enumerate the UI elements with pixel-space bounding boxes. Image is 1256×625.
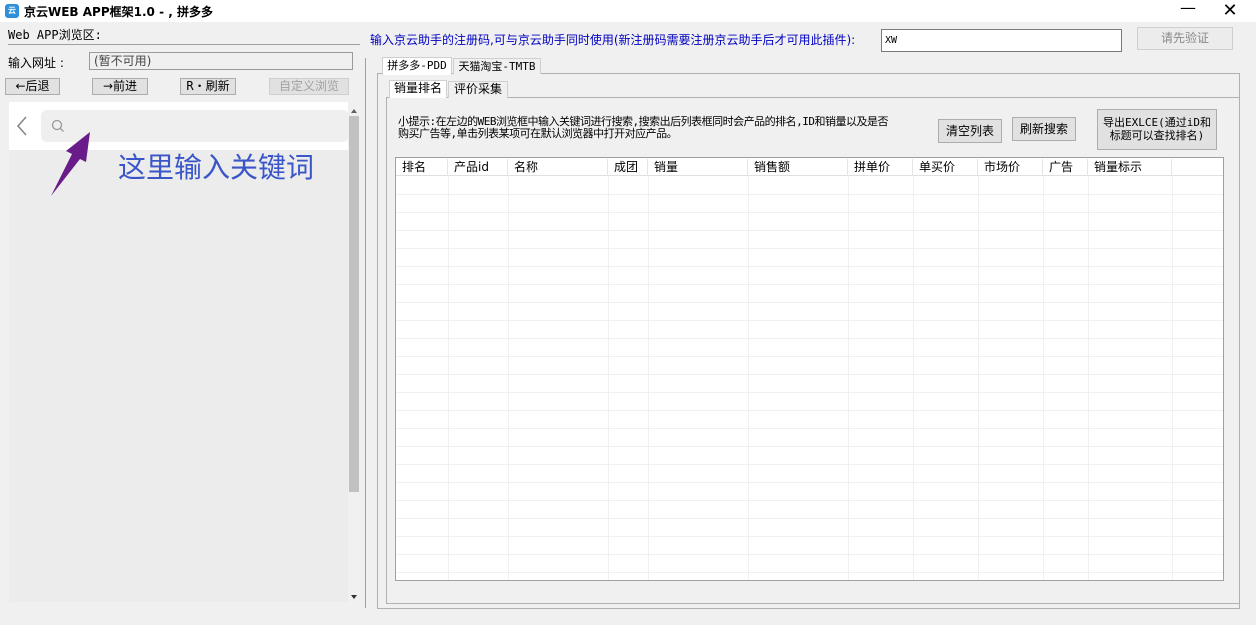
- column-header-market-price[interactable]: 市场价: [978, 159, 1043, 176]
- grid-line: [396, 518, 1223, 519]
- back-button[interactable]: ←后退: [5, 78, 60, 95]
- app-icon: 云: [5, 4, 19, 18]
- scroll-down-icon[interactable]: [349, 590, 359, 599]
- grid-line: [396, 482, 1223, 483]
- window-title: 京云WEB APP框架1.0 - , 拼多多: [24, 5, 213, 19]
- column-header-name[interactable]: 名称: [508, 159, 608, 176]
- grid-line: [1088, 176, 1089, 580]
- close-button[interactable]: ✕: [1216, 0, 1244, 22]
- column-header-group[interactable]: 成团: [608, 159, 648, 176]
- table-header: 排名 产品id 名称 成团 销量 销售额 拼单价 单买价 市场价 广告 销量标示: [396, 158, 1223, 176]
- grid-line: [396, 500, 1223, 501]
- forward-button[interactable]: →前进: [92, 78, 148, 95]
- grid-line: [608, 176, 609, 580]
- results-table[interactable]: 排名 产品id 名称 成团 销量 销售额 拼单价 单买价 市场价 广告 销量标示: [395, 157, 1224, 581]
- column-header-single-price[interactable]: 单买价: [913, 159, 978, 176]
- grid-line: [396, 446, 1223, 447]
- column-header-product-id[interactable]: 产品id: [448, 159, 508, 176]
- column-header-sales-mark[interactable]: 销量标示: [1088, 159, 1172, 176]
- grid-line: [396, 554, 1223, 555]
- scroll-up-icon[interactable]: [349, 104, 359, 113]
- grid-line: [396, 230, 1223, 231]
- clear-list-button[interactable]: 清空列表: [938, 119, 1002, 143]
- divider: [8, 44, 360, 45]
- grid-line: [848, 176, 849, 580]
- column-header-ad[interactable]: 广告: [1043, 159, 1088, 176]
- subtab-sales-ranking[interactable]: 销量排名: [389, 80, 447, 98]
- grid-line: [913, 176, 914, 580]
- tab-tmtb[interactable]: 天猫淘宝-TMTB: [453, 58, 541, 74]
- keyword-hint-text: 这里输入关键词: [118, 151, 315, 184]
- grid-line: [396, 464, 1223, 465]
- grid-line: [396, 248, 1223, 249]
- vertical-divider: [365, 58, 366, 608]
- pointer-arrow-icon: [40, 124, 100, 200]
- grid-line: [396, 266, 1223, 267]
- grid-line: [396, 536, 1223, 537]
- registration-code-label: 输入京云助手的注册码,可与京云助手同时使用(新注册码需要注册京云助手后才可用此插…: [370, 33, 856, 47]
- grid-line: [448, 176, 449, 580]
- column-header-rank[interactable]: 排名: [396, 159, 448, 176]
- export-excel-button[interactable]: 导出EXLCE(通过iD和标题可以查找排名): [1097, 109, 1217, 150]
- grid-line: [648, 176, 649, 580]
- grid-line: [396, 320, 1223, 321]
- url-input[interactable]: (暂不可用): [89, 52, 353, 70]
- grid-line: [1172, 176, 1173, 580]
- grid-line: [396, 572, 1223, 573]
- column-header-group-price[interactable]: 拼单价: [848, 159, 913, 176]
- column-header-sales[interactable]: 销量: [648, 159, 748, 176]
- registration-code-input[interactable]: XW: [881, 29, 1122, 52]
- tip-text: 小提示:在左边的WEB浏览框中输入关键词进行搜索,搜索出后列表框同时会产品的排名…: [398, 115, 888, 140]
- grid-line: [748, 176, 749, 580]
- scrollbar-thumb[interactable]: [349, 116, 359, 492]
- refresh-search-button[interactable]: 刷新搜索: [1012, 117, 1076, 141]
- grid-line: [396, 194, 1223, 195]
- webapp-section-label: Web APP浏览区:: [8, 28, 102, 42]
- grid-line: [396, 338, 1223, 339]
- custom-browse-button[interactable]: 自定义浏览: [269, 78, 349, 95]
- grid-line: [396, 392, 1223, 393]
- grid-line: [396, 284, 1223, 285]
- grid-line: [508, 176, 509, 580]
- grid-line: [396, 410, 1223, 411]
- column-header-revenue[interactable]: 销售额: [748, 159, 848, 176]
- grid-line: [1043, 176, 1044, 580]
- grid-line: [396, 428, 1223, 429]
- grid-line: [396, 374, 1223, 375]
- minimize-button[interactable]: —: [1176, 0, 1200, 21]
- tab-pdd[interactable]: 拼多多-PDD: [382, 57, 452, 75]
- grid-line: [396, 302, 1223, 303]
- grid-line: [396, 356, 1223, 357]
- subtab-review-collection[interactable]: 评价采集: [448, 81, 508, 98]
- url-label: 输入网址 :: [8, 56, 64, 70]
- grid-line: [396, 212, 1223, 213]
- verify-button[interactable]: 请先验证: [1137, 27, 1233, 50]
- chevron-left-icon[interactable]: [15, 114, 31, 138]
- refresh-button[interactable]: R・刷新: [180, 78, 236, 95]
- grid-line: [978, 176, 979, 580]
